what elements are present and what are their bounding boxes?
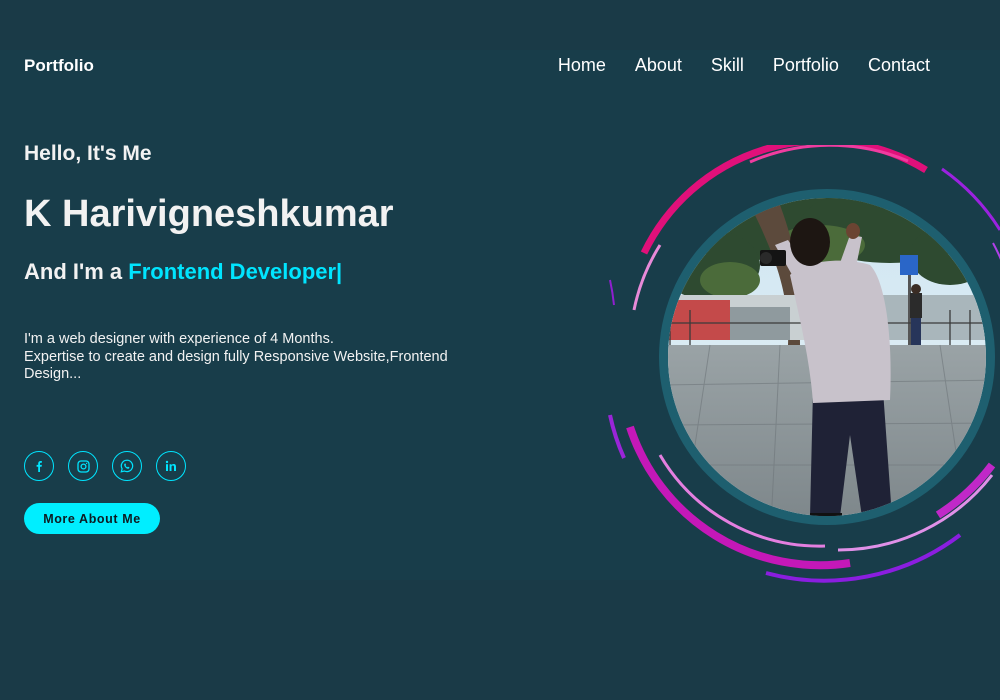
bio-line: I'm a web designer with experience of 4 … (24, 331, 334, 347)
bottom-strip (0, 580, 1000, 700)
hero-role: And I'm a Frontend Developer| (24, 259, 342, 285)
nav-about[interactable]: About (635, 55, 682, 76)
profile-photo-frame (608, 145, 1000, 583)
bio-line: Expertise to create and design fully Res… (24, 348, 448, 383)
role-highlight: Frontend Developer| (128, 259, 343, 284)
profile-photo (668, 198, 986, 516)
nav-skill[interactable]: Skill (711, 55, 744, 76)
more-about-me-button[interactable]: More About Me (24, 503, 160, 534)
nav-portfolio[interactable]: Portfolio (773, 55, 839, 76)
linkedin-link[interactable] (156, 451, 186, 481)
whatsapp-icon (120, 459, 134, 473)
nav-contact[interactable]: Contact (868, 55, 930, 76)
instagram-icon (76, 459, 90, 473)
hero-name: K Harivigneshkumar (24, 193, 394, 235)
nav-home[interactable]: Home (558, 55, 606, 76)
whatsapp-link[interactable] (112, 451, 142, 481)
hero-bio: I'm a web designer with experience of 4 … (24, 331, 484, 384)
brand-logo[interactable]: Portfolio (24, 56, 94, 76)
top-strip (0, 0, 1000, 50)
greeting: Hello, It's Me (24, 142, 152, 165)
linkedin-icon (165, 460, 176, 471)
main-nav: Home About Skill Portfolio Contact (558, 55, 930, 76)
facebook-icon (36, 461, 42, 472)
role-prefix: And I'm a (24, 259, 129, 284)
facebook-link[interactable] (24, 451, 54, 481)
instagram-link[interactable] (68, 451, 98, 481)
social-links (24, 451, 186, 481)
